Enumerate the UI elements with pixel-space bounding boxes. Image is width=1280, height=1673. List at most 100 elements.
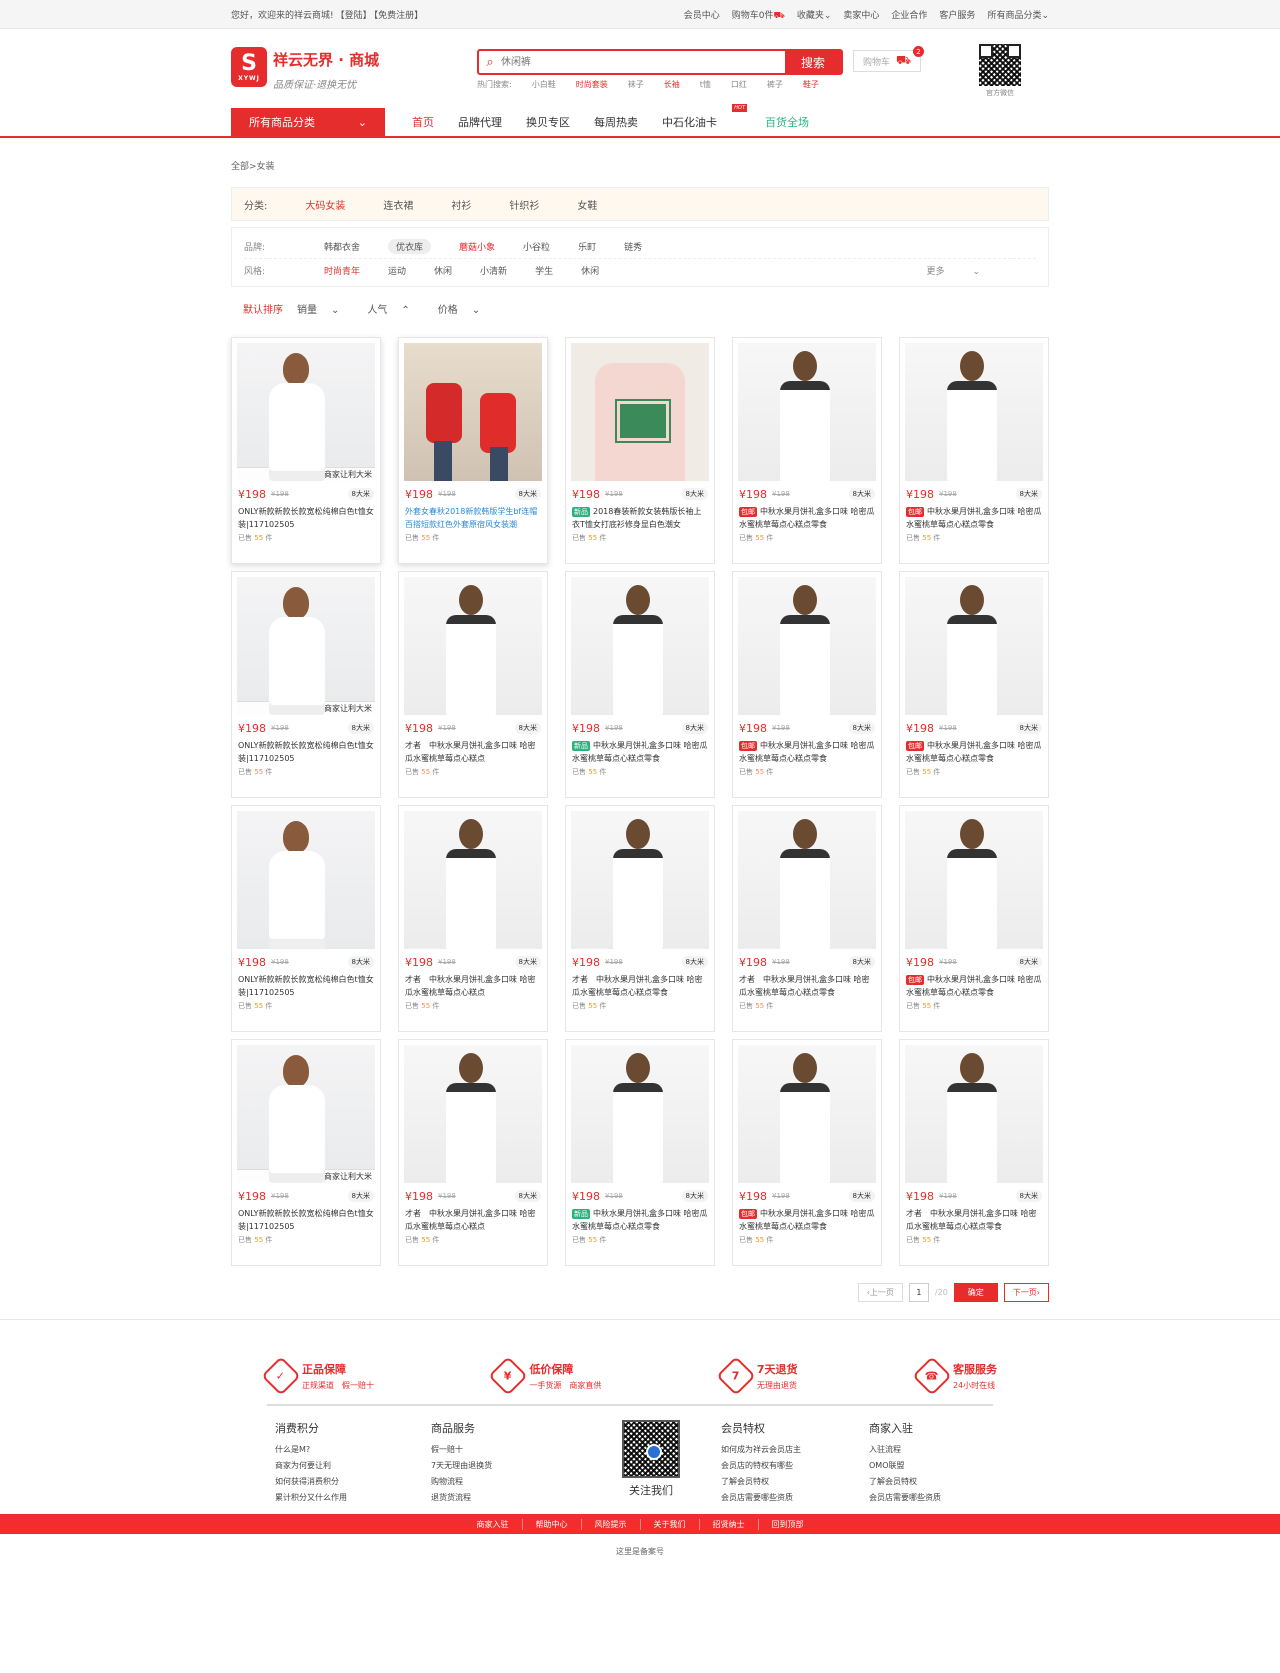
product-title[interactable]: 包邮 中秋水果月饼礼盒多口味 哈密瓜水蜜桃草莓点心糕点零食 <box>733 1207 881 1233</box>
hot-search-word[interactable]: 小白鞋 <box>532 79 556 90</box>
product-title[interactable]: ONLY新款新款长款宽松纯棉白色t恤女装|117102505 <box>232 973 380 999</box>
product-image[interactable] <box>404 1045 542 1183</box>
product-title[interactable]: 才者 中秋水果月饼礼盒多口味 哈密瓜水蜜桃草莓点心糕点零食 <box>900 1207 1048 1233</box>
hot-search-word[interactable]: 口红 <box>731 79 747 90</box>
nav-department-store[interactable]: 百货全场 <box>765 114 809 130</box>
category-dress[interactable]: 连衣裙 <box>383 197 413 212</box>
style-option[interactable]: 学生 <box>535 264 553 277</box>
product-image[interactable] <box>905 343 1043 481</box>
footer-link[interactable]: 假一赔十 <box>431 1444 581 1455</box>
cart-button[interactable]: 购物车 ⛟ 2 <box>853 46 924 72</box>
footer-link[interactable]: 什么是M? <box>275 1444 431 1455</box>
page-input[interactable]: 1 <box>908 1283 929 1302</box>
product-image[interactable] <box>738 811 876 949</box>
product-title[interactable]: 才者 中秋水果月饼礼盒多口味 哈密瓜水蜜桃草莓点心糕点零食 <box>733 973 881 999</box>
login-link[interactable]: 【登陆】 <box>336 11 372 21</box>
product-image[interactable]: 商家让利大米 <box>237 1045 375 1183</box>
product-image[interactable] <box>571 811 709 949</box>
all-categories-link[interactable]: 所有商品分类⌄ <box>987 8 1049 22</box>
product-title[interactable]: ONLY新款新款长款宽松纯棉白色t恤女装|117102505 <box>232 1207 380 1233</box>
footer-link[interactable]: 累计积分又什么作用 <box>275 1492 431 1503</box>
product-card[interactable]: ¥198 ¥198 8大米 包邮 中秋水果月饼礼盒多口味 哈密瓜水蜜桃草莓点心糕点零食已… <box>899 805 1049 1032</box>
brand-option[interactable]: 乐町 <box>578 240 596 253</box>
product-title[interactable]: 包邮 中秋水果月饼礼盒多口味 哈密瓜水蜜桃草莓点心糕点零食 <box>900 973 1048 999</box>
product-image[interactable] <box>738 343 876 481</box>
register-link[interactable]: 【免费注册】 <box>374 11 424 21</box>
product-card[interactable]: ¥198 ¥198 8大米 包邮 中秋水果月饼礼盒多口味 哈密瓜水蜜桃草莓点心糕点零食已… <box>732 571 882 798</box>
product-card[interactable]: ¥198 ¥198 8大米 包邮 中秋水果月饼礼盒多口味 哈密瓜水蜜桃草莓点心糕点零食已… <box>732 1039 882 1266</box>
product-image[interactable] <box>738 1045 876 1183</box>
product-title[interactable]: 包邮 中秋水果月饼礼盒多口味 哈密瓜水蜜桃草莓点心糕点零食 <box>733 739 881 765</box>
hot-search-word[interactable]: 长袖 <box>664 79 680 90</box>
bottom-link[interactable]: 回到顶部 <box>759 1519 817 1530</box>
style-option[interactable]: 休闲 <box>581 264 599 277</box>
footer-link[interactable]: 购物流程 <box>431 1476 581 1487</box>
product-title[interactable]: 新品 2018春装新款女装韩版长袖上衣T恤女打底衫修身显白色潮女 <box>566 505 714 531</box>
hot-search-word[interactable]: 袜子 <box>628 79 644 90</box>
next-page-button[interactable]: 下一页 › <box>1003 1283 1049 1302</box>
product-card[interactable]: ¥198 ¥198 8大米 新品 中秋水果月饼礼盒多口味 哈密瓜水蜜桃草莓点心糕点零食已… <box>565 571 715 798</box>
product-card[interactable]: ¥198 ¥198 8大米 ONLY新款新款长款宽松纯棉白色t恤女装|11710250… <box>231 805 381 1032</box>
product-image[interactable]: 商家让利大米 <box>237 577 375 715</box>
footer-link[interactable]: 入驻流程 <box>869 1444 989 1455</box>
footer-link[interactable]: 如何获得消费积分 <box>275 1476 431 1487</box>
product-title[interactable]: 新品 中秋水果月饼礼盒多口味 哈密瓜水蜜桃草莓点心糕点零食 <box>566 739 714 765</box>
product-card[interactable]: 商家让利大米 ¥198 ¥198 8大米 ONLY新款新款长款宽松纯棉白色t恤女装|11… <box>231 337 381 564</box>
product-card[interactable]: ¥198 ¥198 8大米 才者 中秋水果月饼礼盒多口味 哈密瓜水蜜桃草莓点心糕点 已售… <box>398 1039 548 1266</box>
seller-center-link[interactable]: 卖家中心 <box>843 8 879 22</box>
sort-sales[interactable]: 销量 ⌄ <box>297 301 353 316</box>
product-image[interactable] <box>404 811 542 949</box>
product-image[interactable] <box>571 577 709 715</box>
product-title[interactable]: ONLY新款新款长款宽松纯棉白色t恤女装|117102505 <box>232 505 380 531</box>
customer-service-link[interactable]: 客户服务 <box>939 8 975 22</box>
product-image[interactable] <box>905 577 1043 715</box>
sort-default[interactable]: 默认排序 <box>243 301 283 316</box>
product-card[interactable]: ¥198 ¥198 8大米 才者 中秋水果月饼礼盒多口味 哈密瓜水蜜桃草莓点心糕点 已售… <box>398 571 548 798</box>
product-card[interactable]: ¥198 ¥198 8大米 外套女春秋2018新款韩版学生bf连帽百搭短款红色外套原宿… <box>398 337 548 564</box>
product-card[interactable]: ¥198 ¥198 8大米 包邮 中秋水果月饼礼盒多口味 哈密瓜水蜜桃草莓点心糕点零食已… <box>899 571 1049 798</box>
product-card[interactable]: 商家让利大米 ¥198 ¥198 8大米 ONLY新款新款长款宽松纯棉白色t恤女装|11… <box>231 571 381 798</box>
product-image[interactable] <box>571 343 709 481</box>
breadcrumb[interactable]: 全部>女装 <box>231 159 1049 172</box>
product-title[interactable]: 外套女春秋2018新款韩版学生bf连帽百搭短款红色外套原宿风女装潮 <box>399 505 547 531</box>
hot-search-word[interactable]: 鞋子 <box>803 79 819 90</box>
product-title[interactable]: ONLY新款新款长款宽松纯棉白色t恤女装|117102505 <box>232 739 380 765</box>
footer-link[interactable]: 会员店需要哪些资质 <box>869 1492 989 1503</box>
footer-link[interactable]: 如何成为祥云会员店主 <box>721 1444 869 1455</box>
product-image[interactable]: 商家让利大米 <box>237 343 375 481</box>
more-filters-button[interactable]: 更多 ⌄ <box>926 264 1008 277</box>
bottom-link[interactable]: 风险提示 <box>582 1518 641 1530</box>
prev-page-button[interactable]: ‹ 上一页 <box>857 1283 903 1302</box>
brand-option[interactable]: 链秀 <box>624 240 642 253</box>
category-shoes[interactable]: 女鞋 <box>577 197 597 212</box>
brand-option[interactable]: 蘑菇小象 <box>459 240 495 253</box>
hot-search-word[interactable]: 裤子 <box>767 79 783 90</box>
sort-price[interactable]: 价格 ⌄ <box>438 301 494 316</box>
product-title[interactable]: 才者 中秋水果月饼礼盒多口味 哈密瓜水蜜桃草莓点心糕点 <box>399 1207 547 1233</box>
product-card[interactable]: ¥198 ¥198 8大米 包邮 中秋水果月饼礼盒多口味 哈密瓜水蜜桃草莓点心糕点零食已… <box>899 337 1049 564</box>
footer-link[interactable]: 会员店需要哪些资质 <box>721 1492 869 1503</box>
product-image[interactable] <box>905 811 1043 949</box>
bottom-link[interactable]: 关于我们 <box>641 1518 700 1530</box>
category-knitwear[interactable]: 针织衫 <box>509 197 539 212</box>
product-title[interactable]: 新品 中秋水果月饼礼盒多口味 哈密瓜水蜜桃草莓点心糕点零食 <box>566 1207 714 1233</box>
brand-option[interactable]: 韩都衣舍 <box>324 240 360 253</box>
bottom-link[interactable]: 商家入驻 <box>464 1518 523 1530</box>
product-card[interactable]: ¥198 ¥198 8大米 新品 2018春装新款女装韩版长袖上衣T恤女打底衫修身显白色… <box>565 337 715 564</box>
product-image[interactable] <box>738 577 876 715</box>
footer-link[interactable]: 会员店的特权有哪些 <box>721 1460 869 1471</box>
nav-weekly-hot[interactable]: 每周热卖 <box>594 114 638 130</box>
nav-exchange-zone[interactable]: 换贝专区 <box>526 114 570 130</box>
search-input[interactable] <box>501 51 785 73</box>
member-center-link[interactable]: 会员中心 <box>684 8 720 22</box>
product-title[interactable]: 才者 中秋水果月饼礼盒多口味 哈密瓜水蜜桃草莓点心糕点 <box>399 973 547 999</box>
style-option[interactable]: 休闲 <box>434 264 452 277</box>
category-plus-size[interactable]: 大码女装 <box>305 197 345 212</box>
footer-link[interactable]: 了解会员特权 <box>721 1476 869 1487</box>
business-link[interactable]: 企业合作 <box>891 8 927 22</box>
nav-brand-agency[interactable]: 品牌代理 <box>458 114 502 130</box>
search-button[interactable]: 搜索 <box>785 51 841 73</box>
style-option[interactable]: 时尚青年 <box>324 264 360 277</box>
style-option[interactable]: 小清新 <box>480 264 507 277</box>
product-image[interactable] <box>905 1045 1043 1183</box>
